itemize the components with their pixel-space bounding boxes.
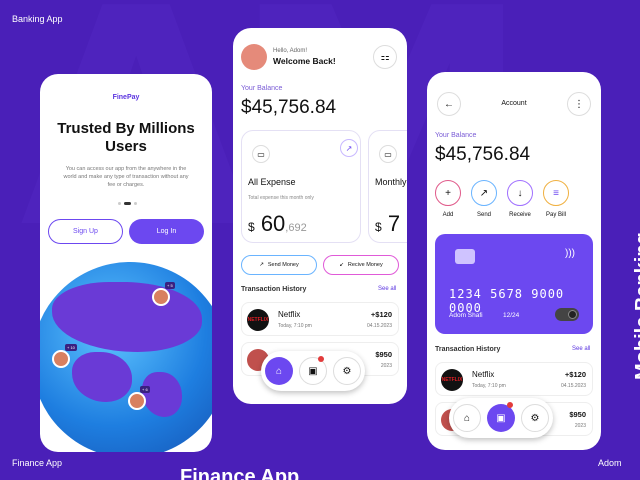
tx-day: 2023: [380, 363, 392, 369]
tx-amount: +$120: [370, 310, 392, 319]
transaction-history-title: Transaction History: [435, 346, 501, 353]
credit-card[interactable]: ))) 1234 5678 9000 0000 Adom Shafi 12/24: [435, 234, 593, 334]
onboarding-screen: FinePay Trusted By Millions Users You ca…: [40, 74, 212, 452]
monthly-card[interactable]: ▭ Monthly $ 7: [368, 130, 407, 243]
settings-icon[interactable]: ⚙: [521, 404, 549, 432]
bill-icon[interactable]: ≡: [543, 180, 569, 206]
onboarding-description: You can access our app from the anywhere…: [63, 166, 189, 188]
tx-date: Today, 7:10 pm: [472, 383, 506, 389]
user-pin: [152, 288, 170, 306]
more-vertical-icon[interactable]: ⋮: [567, 92, 591, 116]
home-screen: Hello, Adom! Welcome Back! ⚏ Your Balanc…: [233, 28, 407, 404]
card-toggle[interactable]: [555, 308, 579, 321]
transaction-row[interactable]: NETFLIX Netflix Today, 7:10 pm +$120 04.…: [435, 362, 593, 396]
balance-label: Your Balance: [435, 132, 477, 139]
pager-dots: [118, 202, 137, 205]
wallet-icon: ▭: [252, 145, 270, 163]
brand-logo: FinePay: [112, 94, 140, 101]
tx-amount: $950: [569, 410, 586, 419]
arrow-down-icon[interactable]: ↓: [507, 180, 533, 206]
balance-amount: $45,756.84: [435, 144, 531, 165]
expense-card[interactable]: ▭ ↗ All Expense Total expense this month…: [241, 130, 361, 243]
greeting: Hello, Adom!: [273, 48, 308, 54]
onboarding-title: Trusted By Millions Users: [57, 120, 195, 155]
account-screen: ← Account ⋮ Your Balance $45,756.84 + ↗ …: [427, 72, 601, 450]
signup-button[interactable]: Sign Up: [48, 219, 123, 244]
tx-day: 2023: [574, 423, 586, 429]
card-expiry: 12/24: [503, 312, 520, 319]
see-all-link[interactable]: See all: [378, 286, 396, 292]
label-mobile-banking: Mobile Banking: [632, 232, 640, 380]
tx-amount: +$120: [564, 370, 586, 379]
transaction-row[interactable]: NETFLIX Netflix Today, 7:10 pm +$120 04.…: [241, 302, 399, 336]
tx-name: Netflix: [278, 310, 301, 319]
wallet-icon[interactable]: ▣: [299, 356, 327, 385]
see-all-link[interactable]: See all: [572, 346, 590, 352]
action-label: Send: [476, 212, 491, 218]
netflix-icon: NETFLIX: [441, 369, 463, 391]
card-holder: Adom Shafi: [449, 312, 483, 319]
card-title: All Expense: [248, 177, 296, 187]
home-icon[interactable]: ⌂: [265, 357, 293, 385]
tx-amount: $950: [375, 350, 392, 359]
balance-label: Your Balance: [241, 85, 283, 92]
bottom-nav: ⌂ ▣ ⚙: [449, 398, 553, 438]
contactless-icon: ))): [565, 248, 575, 259]
arrow-up-right-icon[interactable]: ↗: [471, 180, 497, 206]
bottom-nav: ⌂ ▣ ⚙: [261, 351, 365, 391]
tx-day: 04.15.2023: [366, 323, 392, 329]
tx-date: Today, 7:10 pm: [278, 323, 312, 329]
grid-icon[interactable]: ⚏: [373, 45, 397, 69]
arrow-up-right-icon: ↗: [259, 262, 264, 268]
avatar[interactable]: [241, 44, 267, 70]
login-button[interactable]: Log In: [129, 219, 204, 244]
card-title: Monthly: [375, 177, 407, 187]
welcome-text: Welcome Back!: [273, 56, 336, 66]
currency: $: [375, 220, 382, 234]
tx-day: 04.15.2023: [560, 383, 586, 389]
netflix-icon: NETFLIX: [247, 309, 269, 331]
home-icon[interactable]: ⌂: [453, 404, 481, 432]
user-pin: [52, 350, 70, 368]
wallet-icon: ▭: [379, 145, 397, 163]
receive-money-button[interactable]: ↙ Recive Money: [323, 255, 399, 275]
settings-icon[interactable]: ⚙: [333, 357, 361, 385]
chip-icon: [455, 249, 475, 264]
wallet-icon[interactable]: ▣: [487, 402, 515, 432]
card-subtitle: Total expense this month only: [248, 195, 314, 201]
label-author: Adom: [598, 458, 622, 468]
user-pin: [128, 392, 146, 410]
action-label: Pay Bill: [545, 212, 566, 218]
arrow-down-left-icon: ↙: [339, 262, 344, 268]
arrow-up-right-icon: ↗: [340, 139, 358, 157]
send-money-button[interactable]: ↗ Send Money: [241, 255, 317, 275]
action-label: Receive: [509, 212, 531, 218]
balance-amount: $45,756.84: [241, 97, 337, 118]
card-amount-cents: ,692: [285, 222, 307, 234]
label-finance-app: Finance App: [12, 458, 63, 468]
currency: $: [248, 220, 255, 234]
label-banking-app: Banking App: [12, 14, 63, 24]
label-finance-app-large: Finance App: [180, 466, 300, 480]
card-amount: 7: [387, 211, 401, 236]
plus-icon[interactable]: +: [435, 180, 461, 206]
tx-name: Netflix: [472, 370, 495, 379]
globe-illustration: + 5 + 10 + 6: [40, 262, 212, 452]
transaction-history-title: Transaction History: [241, 286, 307, 293]
action-label: Add: [442, 212, 454, 218]
card-amount: 60: [260, 211, 286, 236]
